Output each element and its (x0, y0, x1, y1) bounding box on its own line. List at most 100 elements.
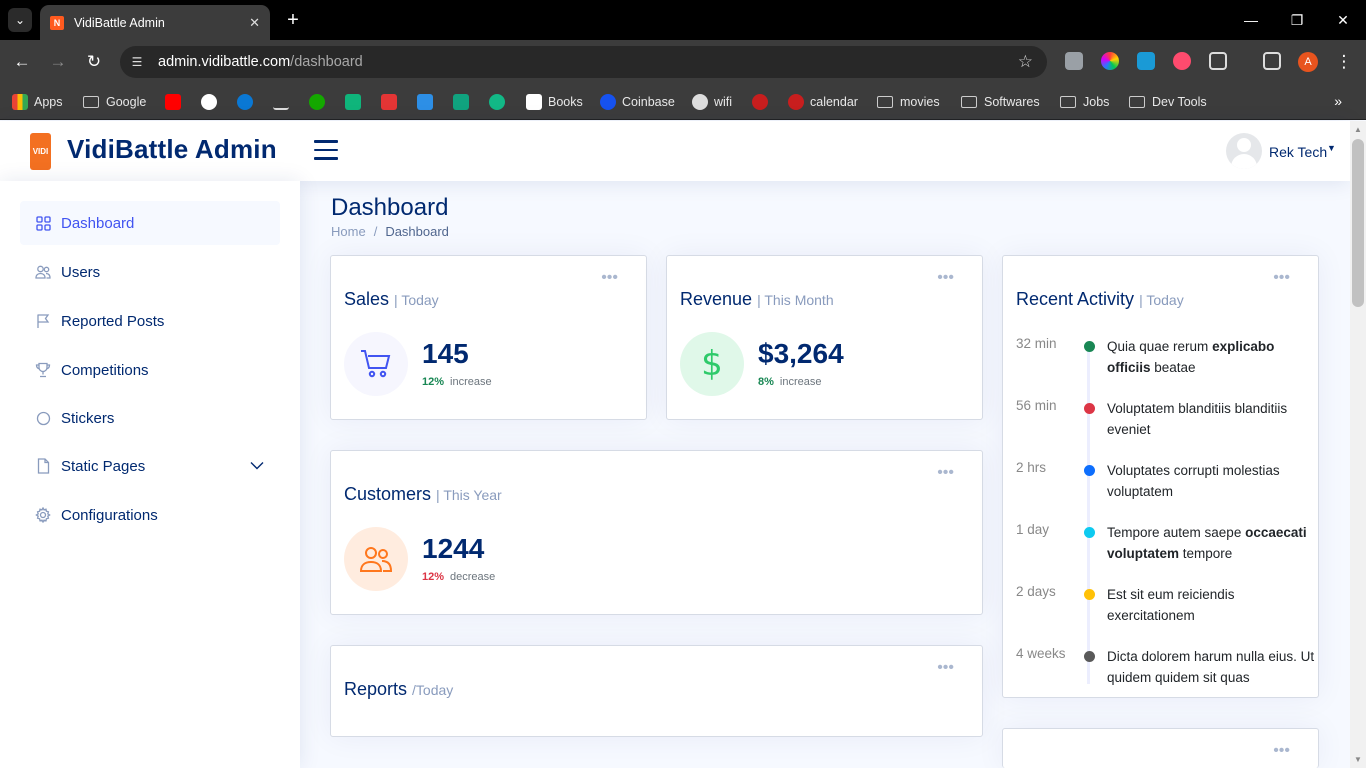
app-header: VIDI VidiBattle Admin Rek Tech ▼ (0, 121, 1350, 181)
url-text: admin.vidibattle.com/dashboard (158, 54, 363, 70)
sidebar-item-static-pages[interactable]: Static Pages (20, 444, 280, 488)
sidebar-item-stickers[interactable]: Stickers (20, 396, 280, 440)
more-options-icon[interactable]: ••• (1273, 270, 1290, 286)
sales-change: 12% increase (422, 376, 492, 388)
bookmark-books[interactable]: Books (526, 93, 583, 111)
page-title: Dashboard (331, 194, 449, 221)
bookmark-github[interactable] (201, 93, 223, 111)
people-icon (35, 264, 51, 280)
revenue-change: 8% increase (758, 376, 822, 388)
customers-card: ••• Customers | This Year 1244 12% decrea… (330, 450, 983, 615)
people-icon (344, 527, 408, 591)
site-info-icon[interactable]: ☰ (128, 53, 146, 71)
recent-activity-card: ••• Recent Activity | Today 32 min Quia … (1002, 255, 1319, 698)
favicon-icon: N (50, 15, 64, 30)
caret-down-icon[interactable]: ▼ (1327, 143, 1336, 153)
brand-name[interactable]: VidiBattle Admin (67, 134, 277, 165)
bookmark-upwork[interactable] (309, 93, 331, 111)
more-options-icon[interactable]: ••• (937, 465, 954, 481)
status-dot (1084, 465, 1095, 476)
sidebar-item-users[interactable]: Users (20, 250, 280, 294)
card-title: Reports /Today (344, 679, 454, 699)
status-dot (1084, 403, 1095, 414)
tab-search-button[interactable]: ⌄ (8, 8, 32, 32)
bookmark-google[interactable]: Google (83, 93, 146, 111)
bookmark-movies[interactable]: movies (877, 93, 940, 111)
folder-icon (877, 96, 893, 108)
side-panel-icon[interactable] (1263, 52, 1281, 70)
circle-icon (35, 410, 51, 426)
extensions-puzzle-icon[interactable] (1209, 52, 1227, 70)
bookmark-vscode[interactable] (417, 93, 439, 111)
bookmark-youtube[interactable] (165, 93, 187, 111)
avatar[interactable] (1226, 133, 1262, 169)
sidebar-toggle-icon[interactable] (314, 140, 338, 162)
color-extension-icon[interactable] (1101, 52, 1119, 70)
d-icon (345, 94, 361, 110)
bookmark-chatgpt[interactable] (453, 93, 475, 111)
bookmark-star-icon[interactable]: ☆ (1018, 52, 1033, 72)
browser-menu-icon[interactable]: ⋮ (1332, 50, 1356, 74)
back-button[interactable]: ← (10, 50, 34, 74)
more-bookmarks-icon[interactable]: » (1334, 93, 1342, 109)
bookmark-onedrive[interactable] (237, 93, 259, 111)
card-title: Customers | This Year (344, 484, 502, 504)
flag-icon (35, 313, 51, 329)
pink-extension-icon[interactable] (1173, 52, 1191, 70)
bookmark-feather[interactable] (273, 93, 295, 111)
scroll-up-icon[interactable]: ▲ (1354, 125, 1362, 134)
next-card: ••• (1002, 728, 1319, 768)
tab-close-icon[interactable]: ✕ (249, 15, 260, 31)
sidebar-item-competitions[interactable]: Competitions (20, 348, 280, 392)
red-logo-icon (752, 94, 768, 110)
extension-icon[interactable] (1065, 52, 1083, 70)
bookmark-apps[interactable]: Apps (12, 93, 63, 111)
logo-icon[interactable]: VIDI (30, 133, 51, 170)
close-window-button[interactable]: ✕ (1328, 8, 1358, 32)
more-options-icon[interactable]: ••• (937, 660, 954, 676)
restore-button[interactable]: ❐ (1282, 8, 1312, 32)
bookmark-calendar[interactable]: calendar (788, 93, 858, 111)
sidebar-item-dashboard[interactable]: Dashboard (20, 201, 280, 245)
browser-tab[interactable]: N VidiBattle Admin ✕ (40, 5, 270, 40)
page-scrollbar[interactable]: ▲ ▼ (1350, 121, 1366, 768)
calendar-logo-icon (788, 94, 804, 110)
status-dot (1084, 341, 1095, 352)
fi-extension-icon[interactable] (1137, 52, 1155, 70)
folder-icon (83, 96, 99, 108)
address-bar[interactable]: ☰ admin.vidibattle.com/dashboard ☆ (120, 46, 1047, 78)
more-options-icon[interactable]: ••• (937, 270, 954, 286)
sidebar: Dashboard Users Reported Posts Competiti… (0, 181, 300, 768)
folder-icon (961, 96, 977, 108)
forward-button[interactable]: → (46, 50, 70, 74)
breadcrumb-home[interactable]: Home (331, 224, 366, 239)
reload-button[interactable]: ↻ (82, 50, 106, 74)
sidebar-item-configurations[interactable]: Configurations (20, 493, 280, 537)
bookmark-jobs[interactable]: Jobs (1060, 93, 1109, 111)
dollar-icon: $ (680, 332, 744, 396)
breadcrumb: Home / Dashboard (331, 224, 449, 239)
chevron-down-icon[interactable] (250, 457, 264, 475)
more-options-icon[interactable]: ••• (601, 270, 618, 286)
more-options-icon[interactable]: ••• (1273, 743, 1290, 759)
bookmark-d[interactable] (345, 93, 367, 111)
cart-icon (344, 332, 408, 396)
revenue-card: ••• Revenue | This Month $ $3,264 8% incr… (666, 255, 983, 420)
bookmark-coinbase[interactable]: Coinbase (600, 93, 675, 111)
sidebar-item-reported-posts[interactable]: Reported Posts (20, 299, 280, 343)
new-tab-button[interactable]: + (282, 8, 304, 32)
user-name[interactable]: Rek Tech (1269, 144, 1327, 160)
bookmarks-bar: Apps Google Books Coinbase wifi calendar… (0, 84, 1366, 120)
bookmark-p[interactable] (381, 93, 403, 111)
feather-icon (273, 94, 289, 110)
bookmark-dev-tools[interactable]: Dev Tools (1129, 93, 1207, 111)
bookmark-wifi[interactable]: wifi (692, 93, 732, 111)
minimize-button[interactable]: — (1236, 8, 1266, 32)
scroll-thumb[interactable] (1352, 139, 1364, 307)
bookmark-green[interactable] (489, 93, 511, 111)
bookmark-red[interactable] (752, 93, 774, 111)
scroll-down-icon[interactable]: ▼ (1354, 755, 1362, 764)
profile-avatar[interactable]: A (1298, 52, 1318, 72)
breadcrumb-separator: / (373, 224, 378, 239)
bookmark-softwares[interactable]: Softwares (961, 93, 1040, 111)
